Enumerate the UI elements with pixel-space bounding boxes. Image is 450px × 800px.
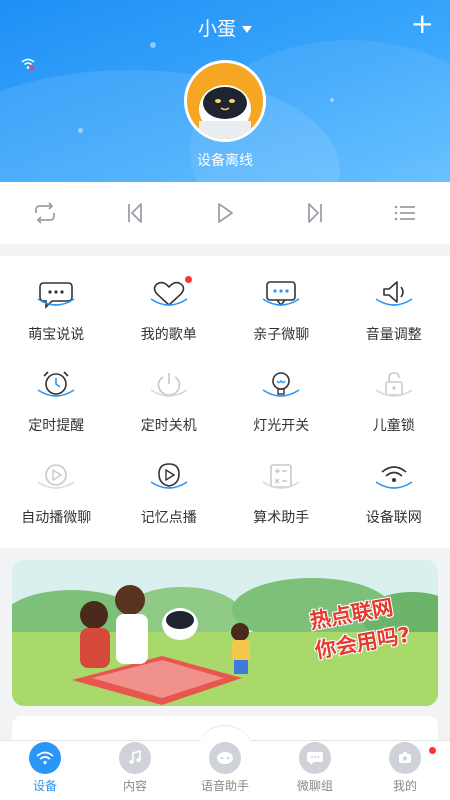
robot-avatar[interactable] [184,60,266,142]
play-button[interactable] [205,193,245,233]
feature-item[interactable]: 设备联网 [338,457,450,548]
previous-icon [128,203,142,223]
feature-item[interactable]: 儿童锁 [338,365,450,456]
feature-item[interactable]: 定时关机 [113,365,226,456]
light-bulb-icon [259,365,303,405]
device-name: 小蛋 [197,18,236,40]
feature-label: 设备联网 [365,509,422,526]
next-button[interactable] [295,193,335,233]
memory-play-icon [147,457,191,497]
playlist-button[interactable] [385,193,425,233]
promo-banner[interactable]: 热点联网 你会用吗? [12,560,438,706]
feature-label: 灯光开关 [253,418,310,435]
loop-button[interactable] [25,193,65,233]
notification-badge [184,276,192,283]
notification-badge [429,747,436,754]
feature-label: 记忆点播 [140,509,197,526]
header-decoration [78,128,83,133]
device-header: 小蛋 + 设备离线 [0,0,450,182]
tab-0[interactable]: 设备 [0,741,90,800]
robot-icon [209,742,241,774]
math-icon [259,457,303,497]
feature-item[interactable]: 音量调整 [338,274,450,365]
tab-1[interactable]: 内容 [90,741,180,800]
chat-icon [34,274,78,314]
feature-label: 亲子微聊 [253,327,310,343]
feature-label: 儿童锁 [372,418,415,435]
feature-label: 定时关机 [140,418,197,435]
playlist-icon [394,205,415,221]
lock-icon [372,365,416,405]
device-selector[interactable]: 小蛋 [0,14,450,41]
playback-controls [0,182,450,244]
alarm-icon [34,365,78,405]
caret-down-icon [242,26,252,33]
feature-label: 算术助手 [253,509,310,526]
next-icon [308,203,322,223]
header-decoration [150,42,156,48]
message-icon [259,274,303,314]
feature-item[interactable]: 我的歌单 [113,274,226,365]
loop-icon [35,202,55,224]
header-decoration [330,98,334,102]
feature-grid: 萌宝说说 我的歌单 亲子微聊 音量调整定时提醒 定时关机 灯光开关 儿童锁自动播微聊 记忆点播… [0,256,450,548]
tab-label: 语音助手 [200,779,249,793]
profile-icon [389,742,421,774]
chat-group-icon [299,742,331,774]
feature-item[interactable]: 算术助手 [225,457,338,548]
power-timer-icon [147,365,191,405]
auto-play-icon [34,457,78,497]
feature-item[interactable]: 自动播微聊 [0,457,113,548]
feature-label: 音量调整 [365,327,422,343]
add-device-button[interactable]: + [411,10,434,38]
tab-label: 内容 [122,779,147,793]
volume-icon [372,274,416,314]
feature-label: 定时提醒 [28,418,85,435]
bottom-tab-bar: 设备 内容 语音助手 微聊组 我的 [0,725,450,800]
feature-label: 萌宝说说 [28,327,85,343]
tab-4[interactable]: 我的 [360,741,450,800]
tab-3[interactable]: 微聊组 [270,741,360,800]
feature-label: 我的歌单 [140,327,197,343]
feature-item[interactable]: 灯光开关 [225,365,338,456]
device-icon [29,742,61,774]
tab-2[interactable]: 语音助手 [180,725,270,800]
wifi-icon [372,457,416,497]
feature-label: 自动播微聊 [21,509,92,526]
feature-item[interactable]: 亲子微聊 [225,274,338,365]
music-icon [119,742,151,774]
feature-item[interactable]: 记忆点播 [113,457,226,548]
tab-label: 设备 [32,779,57,793]
previous-button[interactable] [115,193,155,233]
wifi-off-icon [20,56,36,75]
feature-item[interactable]: 定时提醒 [0,365,113,456]
play-icon [218,203,233,223]
device-status: 设备离线 [197,153,253,169]
tab-label: 我的 [392,779,417,793]
feature-item[interactable]: 萌宝说说 [0,274,113,365]
tab-label: 微聊组 [296,779,333,793]
